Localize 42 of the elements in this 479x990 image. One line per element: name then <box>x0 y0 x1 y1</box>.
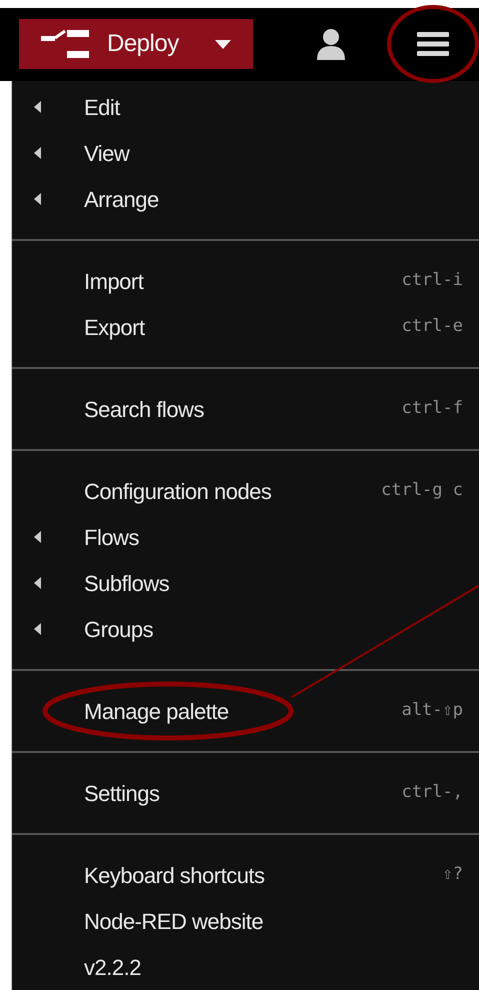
menu-item[interactable]: Export ctrl-e <box>12 304 479 350</box>
menu-item[interactable]: Import ctrl-i <box>12 258 479 304</box>
menu-item[interactable]: Edit <box>12 84 479 130</box>
menu-item[interactable]: Arrange <box>12 176 479 222</box>
shortcut-text: ctrl-e <box>402 315 463 338</box>
menu-item-label: Node-RED website <box>84 908 264 936</box>
shortcut-text: ⇧? <box>442 863 463 886</box>
menu-item[interactable]: Configuration nodes ctrl-g c <box>12 468 479 514</box>
menu-item-label: v2.2.2 <box>84 954 141 982</box>
menu-item-label: Groups <box>84 616 154 644</box>
menu-item[interactable]: Keyboard shortcuts ⇧? <box>12 852 479 898</box>
deploy-button[interactable]: Deploy <box>19 19 253 70</box>
menu-item-label: Flows <box>84 524 139 552</box>
menu-item[interactable]: Manage palette alt-⇧p <box>12 688 479 734</box>
shortcut-text: ctrl-i <box>402 269 463 292</box>
menu-item[interactable]: Node-RED website <box>12 898 479 944</box>
shortcut-text: ctrl-f <box>402 397 463 420</box>
deploy-icon <box>41 28 89 60</box>
menu-item-label: Subflows <box>84 570 170 598</box>
menu-item[interactable]: Settings ctrl-, <box>12 770 479 816</box>
menu-item-label: Settings <box>84 780 160 808</box>
menu-icon <box>417 32 449 56</box>
user-icon[interactable] <box>317 28 345 60</box>
menu-item[interactable]: Subflows <box>12 560 479 606</box>
menu-item[interactable]: View <box>12 130 479 176</box>
menu-item-label: Export <box>84 314 145 342</box>
menu-item-label: Import <box>84 268 144 296</box>
menu-item[interactable]: v2.2.2 <box>12 944 479 990</box>
menu-item-label: Manage palette <box>84 698 229 726</box>
menu-item[interactable]: Search flows ctrl-f <box>12 386 479 432</box>
shortcut-text: alt-⇧p <box>402 699 463 722</box>
menu-item-label: Search flows <box>84 396 204 424</box>
menu-item-label: Configuration nodes <box>84 478 272 506</box>
menu-item[interactable]: Groups <box>12 606 479 652</box>
menu-item-label: View <box>84 140 130 168</box>
caret-down-icon <box>215 40 231 49</box>
menu-item-label: Edit <box>84 94 120 122</box>
shortcut-text: ctrl-g c <box>381 479 463 502</box>
shortcut-text: ctrl-, <box>402 781 463 804</box>
menu-item[interactable]: Flows <box>12 514 479 560</box>
menu-item-label: Keyboard shortcuts <box>84 862 265 890</box>
menu-item-label: Arrange <box>84 186 159 214</box>
